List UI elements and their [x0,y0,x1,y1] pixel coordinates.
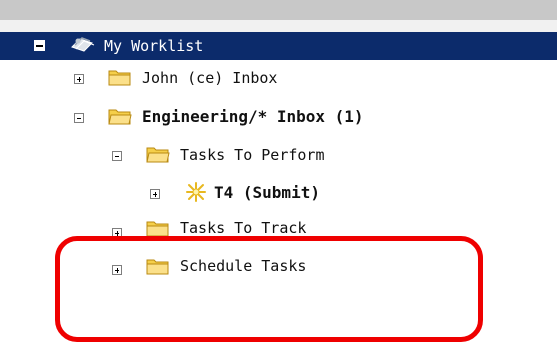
tree-node-tasks-to-perform[interactable]: Tasks To Perform [180,145,325,165]
expand-tasks-to-track-toggle[interactable] [112,228,122,238]
expand-john-inbox-toggle[interactable] [74,74,84,84]
tree-node-schedule-tasks[interactable]: Schedule Tasks [180,256,306,276]
sparkle-task-icon [186,182,206,202]
folder-open-icon [146,147,170,163]
expand-schedule-tasks-toggle[interactable] [112,265,122,275]
worklist-icon [71,37,95,52]
tree-node-tasks-to-track[interactable]: Tasks To Track [180,218,306,238]
tree-node-t4-submit[interactable]: T4 (Submit) [214,183,320,203]
top-toolbar-strip [0,0,557,20]
collapse-tasks-to-perform-toggle[interactable] [112,151,122,161]
folder-icon [108,70,131,86]
tree-node-john-inbox[interactable]: John (ce) Inbox [142,68,277,88]
header-separator [0,20,557,32]
folder-icon [146,221,169,237]
collapse-engineering-inbox-toggle[interactable] [74,113,84,123]
tree-node-engineering-inbox[interactable]: Engineering/* Inbox (1) [142,107,364,127]
folder-open-icon [108,109,132,125]
tree-root-label[interactable]: My Worklist [104,36,203,56]
expand-t4-task-toggle[interactable] [150,189,160,199]
folder-icon [146,259,169,275]
collapse-root-toggle[interactable] [34,40,45,51]
highlight-callout [55,236,483,342]
